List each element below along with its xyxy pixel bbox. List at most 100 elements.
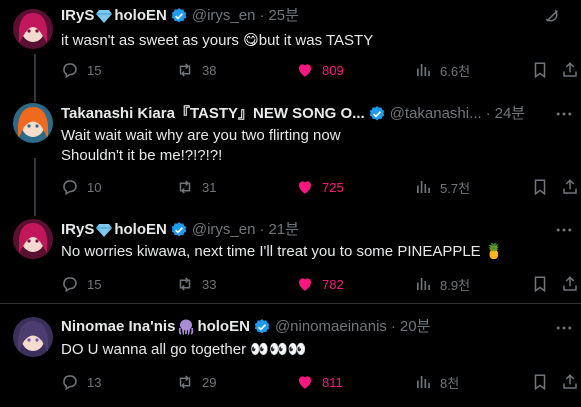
- tweet-actions: 13 29 811 8천: [0, 372, 581, 392]
- retweet-icon: [179, 63, 191, 77]
- gem-icon: [96, 223, 113, 237]
- retweet-icon: [179, 375, 191, 389]
- verified-badge-icon: [368, 105, 386, 123]
- retweet-icon: [179, 277, 191, 291]
- display-name[interactable]: Ninomae Ina'nis: [61, 317, 175, 337]
- reply-icon: [63, 63, 77, 79]
- display-name[interactable]: Takanashi Kiara『TASTY』NEW SONG O...: [61, 104, 365, 124]
- bookmark-icon[interactable]: [531, 275, 549, 293]
- views-icon: [417, 376, 430, 388]
- reply-count: 15: [87, 276, 102, 292]
- separator-dot: ·: [485, 105, 491, 122]
- reply-icon: [63, 375, 77, 391]
- separator-dot: ·: [259, 221, 265, 238]
- retweet-count: 38: [202, 62, 217, 78]
- tweet-text: DO U wanna all go together 👀👀👀: [61, 341, 307, 358]
- share-icon[interactable]: [561, 373, 579, 391]
- like-button[interactable]: 725: [296, 177, 344, 197]
- timestamp[interactable]: 24분: [495, 104, 526, 124]
- display-name-suffix[interactable]: holoEN: [197, 317, 250, 337]
- tweet-text: Wait wait wait why are you two flirting …: [61, 127, 341, 164]
- avatar[interactable]: [13, 219, 53, 259]
- views-button[interactable]: 6.6천: [414, 60, 470, 80]
- bookmark-icon[interactable]: [531, 61, 549, 79]
- gem-icon: [96, 9, 113, 23]
- like-button[interactable]: 782: [296, 274, 344, 294]
- tweet[interactable]: Takanashi Kiara『TASTY』NEW SONG O... @tak…: [0, 92, 581, 200]
- view-count: 8천: [440, 375, 460, 391]
- reply-button[interactable]: 13: [61, 372, 101, 392]
- views-button[interactable]: 8천: [414, 372, 459, 392]
- display-name[interactable]: IRyS: [61, 6, 94, 26]
- reply-count: 13: [87, 374, 102, 390]
- views-icon: [417, 278, 430, 290]
- handle[interactable]: @takanashi...: [390, 104, 482, 124]
- timestamp[interactable]: 21분: [268, 220, 299, 240]
- tweet-header: IRyS holoEN @irys_en · 21분: [61, 220, 299, 240]
- display-name-suffix[interactable]: holoEN: [114, 220, 167, 240]
- verified-badge-icon: [170, 7, 188, 25]
- reply-count: 10: [87, 179, 102, 195]
- retweet-button[interactable]: 29: [176, 372, 216, 392]
- tweet-actions: 15 33 782 8.9천: [0, 274, 581, 294]
- tweet-actions: 10 31 725 5.7천: [0, 177, 581, 197]
- octopus-icon: [177, 319, 195, 335]
- reply-count: 15: [87, 62, 102, 78]
- bookmark-icon[interactable]: [531, 373, 549, 391]
- verified-badge-icon: [170, 221, 188, 239]
- separator-dot: ·: [390, 318, 396, 335]
- handle[interactable]: @irys_en: [192, 220, 256, 240]
- share-icon[interactable]: [561, 275, 579, 293]
- reply-icon: [63, 277, 77, 293]
- bookmark-icon[interactable]: [531, 178, 549, 196]
- share-icon[interactable]: [561, 61, 579, 79]
- tweet-header: Takanashi Kiara『TASTY』NEW SONG O... @tak…: [61, 104, 525, 124]
- tweet-header: IRyS holoEN @irys_en · 25분: [61, 6, 299, 26]
- view-count: 5.7천: [440, 180, 471, 196]
- reply-button[interactable]: 10: [61, 177, 101, 197]
- handle[interactable]: @irys_en: [192, 6, 256, 26]
- heart-icon: [299, 278, 311, 291]
- avatar[interactable]: [13, 317, 53, 357]
- timestamp[interactable]: 20분: [400, 317, 431, 337]
- reply-button[interactable]: 15: [61, 60, 101, 80]
- views-icon: [417, 181, 430, 193]
- retweet-count: 29: [202, 374, 217, 390]
- like-count: 725: [322, 179, 344, 195]
- tweet[interactable]: IRyS holoEN @irys_en · 21분 No worries ki…: [0, 210, 581, 300]
- display-name[interactable]: IRyS: [61, 220, 94, 240]
- tweet-actions: 15 38 809 6.6천: [0, 60, 581, 80]
- retweet-button[interactable]: 38: [176, 60, 216, 80]
- like-count: 811: [322, 374, 343, 390]
- tweet-text: No worries kiwawa, next time I'll treat …: [61, 243, 504, 260]
- avatar[interactable]: [13, 9, 53, 49]
- retweet-button[interactable]: 33: [176, 274, 216, 294]
- grok-icon[interactable]: [543, 7, 561, 25]
- retweet-button[interactable]: 31: [176, 177, 216, 197]
- tweet-text: it wasn't as sweet as yours 😋but it was …: [61, 32, 374, 49]
- handle[interactable]: @ninomaeinanis: [275, 317, 387, 337]
- tweet[interactable]: IRyS holoEN @irys_en · 25분 it wasn't as …: [0, 0, 581, 92]
- view-count: 6.6천: [440, 63, 471, 79]
- share-icon[interactable]: [561, 178, 579, 196]
- more-options-icon[interactable]: [554, 104, 574, 124]
- more-options-icon[interactable]: [554, 220, 574, 240]
- heart-icon: [299, 376, 311, 389]
- tweet-header: Ninomae Ina'nis holoEN @ninomaeinanis · …: [61, 317, 430, 337]
- like-count: 809: [322, 62, 344, 78]
- retweet-count: 33: [202, 276, 217, 292]
- tweet[interactable]: Ninomae Ina'nis holoEN @ninomaeinanis · …: [0, 304, 581, 407]
- avatar[interactable]: [13, 103, 53, 143]
- timestamp[interactable]: 25분: [268, 6, 299, 26]
- heart-icon: [299, 181, 311, 194]
- like-count: 782: [322, 276, 344, 292]
- like-button[interactable]: 809: [296, 60, 344, 80]
- views-button[interactable]: 5.7천: [414, 177, 470, 197]
- more-options-icon[interactable]: [554, 318, 574, 338]
- views-button[interactable]: 8.9천: [414, 274, 470, 294]
- view-count: 8.9천: [440, 277, 471, 293]
- display-name-suffix[interactable]: holoEN: [114, 6, 167, 26]
- reply-button[interactable]: 15: [61, 274, 101, 294]
- like-button[interactable]: 811: [296, 372, 343, 392]
- retweet-count: 31: [202, 179, 217, 195]
